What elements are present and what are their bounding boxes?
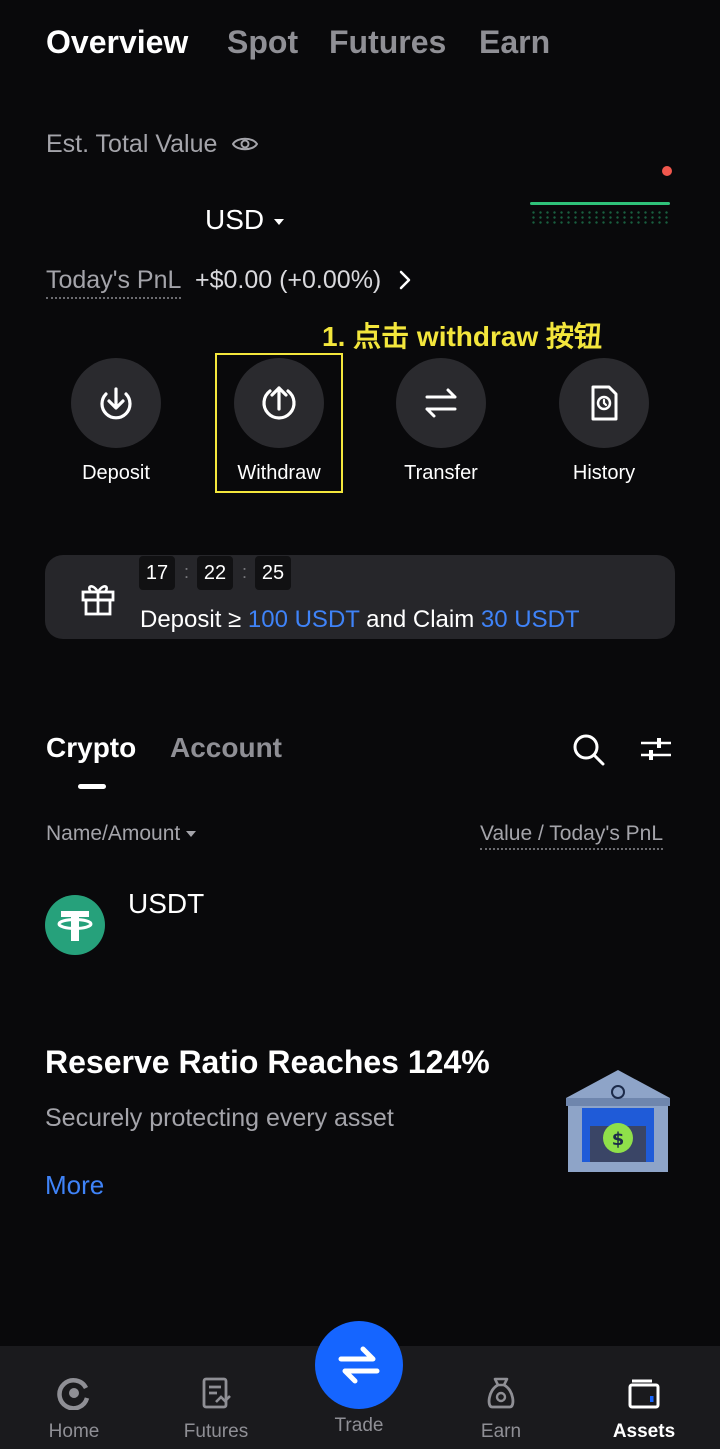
sparkline-dot <box>662 166 672 176</box>
deposit-label: Deposit <box>82 462 150 484</box>
sparkline-area <box>530 210 670 226</box>
download-icon <box>100 387 132 420</box>
promo-deposit-amount: 100 USDT <box>247 606 360 633</box>
name-amount-label: Name/Amount <box>46 822 181 845</box>
sparkline-line <box>530 202 670 205</box>
value-pnl-sort[interactable]: Value / Today's PnL <box>480 822 664 850</box>
gift-icon <box>81 585 115 616</box>
timer-separator: : <box>184 562 190 582</box>
eye-icon[interactable] <box>232 134 258 154</box>
nav-assets-label: Assets <box>612 1421 676 1442</box>
reserve-title: Reserve Ratio Reaches 124% <box>45 1044 490 1080</box>
nav-home[interactable]: Home <box>19 1376 129 1443</box>
promo-text: Deposit ≥ 100 USDT and Claim 30 USDT <box>140 606 580 634</box>
transfer-button[interactable]: Transfer <box>381 358 501 485</box>
currency-selector[interactable]: USD <box>205 204 285 236</box>
tab-crypto[interactable]: Crypto <box>46 732 136 764</box>
caret-down-icon <box>186 831 197 838</box>
currency-label: USD <box>205 204 265 235</box>
nav-futures-label: Futures <box>183 1421 249 1442</box>
bank-vault-icon: $ <box>566 1070 670 1172</box>
nav-assets[interactable]: Assets <box>589 1376 699 1443</box>
active-tab-indicator <box>78 784 106 789</box>
tab-overview[interactable]: Overview <box>46 24 188 61</box>
transfer-label: Transfer <box>404 462 478 484</box>
todays-pnl-value[interactable]: +$0.00 (+0.00%) <box>195 266 381 295</box>
history-document-icon <box>591 385 618 421</box>
tab-account[interactable]: Account <box>170 732 282 764</box>
todays-pnl-label[interactable]: Today's PnL <box>46 266 182 299</box>
tether-icon <box>45 895 105 955</box>
promo-text-prefix: Deposit ≥ <box>140 606 248 633</box>
tab-earn[interactable]: Earn <box>479 24 550 61</box>
trade-icon <box>338 1346 380 1384</box>
futures-icon <box>202 1377 231 1409</box>
promo-text-middle: and Claim <box>359 606 481 633</box>
timer-minutes: 22 <box>197 556 233 590</box>
nav-futures[interactable]: Futures <box>161 1376 271 1443</box>
history-label: History <box>572 462 636 484</box>
reserve-more-link[interactable]: More <box>45 1170 104 1201</box>
est-total-value-label: Est. Total Value <box>46 130 218 158</box>
chevron-right-icon[interactable] <box>398 270 412 290</box>
tab-spot[interactable]: Spot <box>227 24 298 61</box>
deposit-button[interactable]: Deposit <box>56 358 176 485</box>
name-amount-sort[interactable]: Name/Amount <box>46 822 197 846</box>
promo-claim-amount: 30 USDT <box>480 606 580 633</box>
nav-home-label: Home <box>48 1421 100 1442</box>
nav-earn-label: Earn <box>480 1421 522 1442</box>
trade-button[interactable] <box>315 1321 403 1409</box>
reserve-subtitle: Securely protecting every asset <box>45 1104 394 1132</box>
tab-futures[interactable]: Futures <box>329 24 446 61</box>
home-icon <box>57 1378 90 1411</box>
timer-hours: 17 <box>139 556 175 590</box>
wallet-icon <box>628 1379 660 1409</box>
nav-earn[interactable]: Earn <box>446 1376 556 1443</box>
svg-text:$: $ <box>612 1129 625 1150</box>
search-icon[interactable] <box>572 733 606 767</box>
asset-symbol[interactable]: USDT <box>128 888 204 920</box>
withdraw-highlight-box <box>215 353 343 493</box>
timer-separator: : <box>242 562 248 582</box>
earn-icon <box>487 1377 515 1409</box>
tutorial-annotation: 1. 点击 withdraw 按钮 <box>322 321 603 352</box>
transfer-arrows-icon <box>425 388 457 418</box>
caret-down-icon <box>274 218 285 225</box>
filter-sliders-icon[interactable] <box>640 735 672 763</box>
timer-seconds: 25 <box>255 556 291 590</box>
nav-trade-label: Trade <box>334 1415 384 1436</box>
history-button[interactable]: History <box>544 358 664 485</box>
